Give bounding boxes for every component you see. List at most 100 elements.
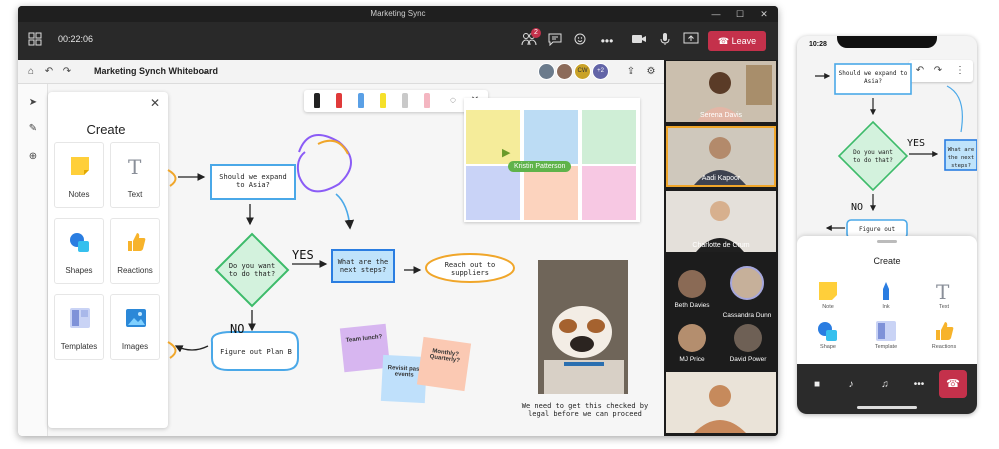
- create-item-label: Reactions: [931, 344, 957, 350]
- phone-call-controls: ■ ♪ ♫ ••• ☎: [797, 364, 977, 414]
- home-indicator: [857, 406, 917, 409]
- participant-name: Serena Davis: [699, 112, 743, 119]
- avatar[interactable]: [556, 63, 573, 80]
- meeting-timer: 00:22:06: [58, 34, 94, 44]
- participant-name: David Power: [729, 356, 767, 363]
- grid-cell[interactable]: [582, 110, 636, 164]
- text-icon: T: [936, 280, 950, 304]
- teams-window: Marketing Sync — ☐ ✕ 00:22:06 2 ••• ☎ Le…: [18, 6, 778, 436]
- grid-cell[interactable]: [466, 166, 520, 220]
- reactions-icon[interactable]: [572, 32, 590, 50]
- grid-view-icon[interactable]: [26, 32, 44, 50]
- speaker-icon[interactable]: ♫: [875, 376, 895, 394]
- flow-node-question[interactable]: Should we expand to Asia?: [837, 70, 909, 86]
- grid-cell[interactable]: [524, 110, 578, 164]
- video-tile-active[interactable]: Aadi Kapoor: [666, 126, 776, 187]
- svg-text:T: T: [936, 280, 950, 302]
- create-item-note[interactable]: Note: [813, 280, 843, 316]
- create-item-label: Shape: [820, 344, 836, 350]
- phone-hangup-icon: ☎: [717, 36, 732, 46]
- participant-name: MJ Price: [679, 356, 705, 363]
- mobile-device: 10:28 ↶ ↷ ⋮ Should we expand to Asia? Do…: [797, 36, 977, 414]
- chat-icon[interactable]: [546, 32, 564, 50]
- template-icon: [876, 321, 896, 341]
- collaborator-cursor-label: Kristin Patterson: [508, 161, 572, 172]
- camera-icon[interactable]: ■: [807, 376, 827, 394]
- maximize-icon[interactable]: ☐: [728, 6, 752, 22]
- flow-node-next-steps[interactable]: What are the next steps?: [334, 258, 392, 274]
- create-sheet: Create Note Ink T Text Shape Template Re…: [797, 236, 977, 364]
- video-gallery: Serena Davis Aadi Kapoor Charlotte de Cr…: [664, 60, 778, 436]
- more-options-icon[interactable]: •••: [909, 376, 929, 394]
- whiteboard-canvas[interactable]: ➤ ✎ ⊕ ✕ Create Notes T Text Shapes React…: [18, 84, 664, 436]
- sticky-template-grid[interactable]: [464, 98, 640, 222]
- grid-cell[interactable]: [524, 166, 578, 220]
- create-item-label: Template: [874, 344, 898, 350]
- title-bar: Marketing Sync — ☐ ✕: [18, 6, 778, 22]
- flow-node-next-steps[interactable]: What are the next steps?: [945, 146, 977, 170]
- leave-label: Leave: [731, 36, 757, 46]
- collaborator-cursor-icon: ▶: [502, 147, 511, 159]
- flow-yes-label: YES: [292, 248, 314, 262]
- avatar[interactable]: [734, 324, 762, 352]
- share-screen-icon[interactable]: [682, 32, 700, 50]
- leave-button[interactable]: ☎ Leave: [708, 31, 766, 51]
- camera-icon[interactable]: [630, 32, 648, 50]
- video-tile[interactable]: Charlotte de Crum: [666, 191, 776, 252]
- share-icon[interactable]: ⇪: [624, 65, 638, 79]
- phone-flowchart: [815, 63, 977, 236]
- flow-no-label: NO: [230, 322, 245, 336]
- avatar[interactable]: [678, 324, 706, 352]
- participant-name: Aadi Kapoor: [701, 175, 741, 182]
- create-item-label: Text: [938, 304, 950, 310]
- flow-no-label: NO: [851, 202, 864, 213]
- create-item-template[interactable]: Template: [871, 320, 901, 356]
- grid-cell[interactable]: [466, 110, 520, 164]
- flow-yes-label: YES: [907, 138, 926, 149]
- microphone-icon[interactable]: [656, 32, 674, 50]
- flow-node-question[interactable]: Should we expand to Asia?: [216, 173, 290, 189]
- flow-node-decision[interactable]: Do you want to do that?: [226, 262, 278, 278]
- grid-cell[interactable]: [582, 166, 636, 220]
- video-tile[interactable]: Serena Davis: [666, 61, 776, 122]
- sheet-handle[interactable]: [877, 240, 897, 243]
- close-window-icon[interactable]: ✕: [752, 6, 776, 22]
- flow-node-decision[interactable]: Do you want to do that?: [849, 149, 897, 165]
- create-item-reactions[interactable]: Reactions: [929, 320, 959, 356]
- participant-name: Cassandra Dunn: [722, 312, 772, 319]
- avatar[interactable]: [538, 63, 555, 80]
- minimize-icon[interactable]: —: [704, 6, 728, 22]
- undo-icon[interactable]: ↶: [42, 65, 56, 79]
- participants-icon[interactable]: 2: [520, 28, 541, 50]
- whiteboard-toolbar: ⌂ ↶ ↷ Marketing Synch Whiteboard ⌄ CW +2…: [18, 60, 664, 84]
- chevron-down-icon[interactable]: ⌄: [198, 65, 212, 79]
- sticky-note[interactable]: Monthly? Quarterly?: [416, 336, 472, 392]
- redo-icon[interactable]: ↷: [60, 65, 74, 79]
- create-item-text[interactable]: T Text: [929, 280, 959, 316]
- create-item-ink[interactable]: Ink: [871, 280, 901, 316]
- sticky-note-icon: [819, 282, 837, 300]
- flow-node-plan-b[interactable]: Figure out: [849, 226, 905, 234]
- more-options-icon[interactable]: •••: [598, 32, 616, 50]
- create-item-label: Ink: [882, 304, 890, 310]
- avatar-initials[interactable]: CW: [574, 63, 591, 80]
- avatar-speaking[interactable]: [730, 266, 764, 300]
- create-sheet-title: Create: [873, 256, 901, 266]
- hang-up-button[interactable]: ☎: [939, 370, 967, 398]
- window-title: Marketing Sync: [370, 9, 426, 18]
- thumbs-up-icon: [936, 322, 954, 340]
- create-item-shape[interactable]: Shape: [813, 320, 843, 356]
- meeting-toolbar: 00:22:06 2 ••• ☎ Leave: [18, 22, 778, 60]
- avatar[interactable]: [678, 270, 706, 298]
- participant-name: Beth Davies: [674, 302, 710, 309]
- video-tile[interactable]: [666, 372, 776, 433]
- gear-icon[interactable]: ⚙: [644, 65, 658, 79]
- dog-photo[interactable]: [538, 260, 628, 394]
- avatar-overflow[interactable]: +2: [592, 63, 609, 80]
- flow-node-reach-out[interactable]: Reach out to suppliers: [432, 261, 508, 277]
- home-icon[interactable]: ⌂: [24, 65, 38, 79]
- shapes-icon: [818, 322, 837, 341]
- flow-node-plan-b[interactable]: Figure out Plan B: [220, 348, 292, 356]
- microphone-icon[interactable]: ♪: [841, 376, 861, 394]
- participants-badge: 2: [531, 28, 541, 38]
